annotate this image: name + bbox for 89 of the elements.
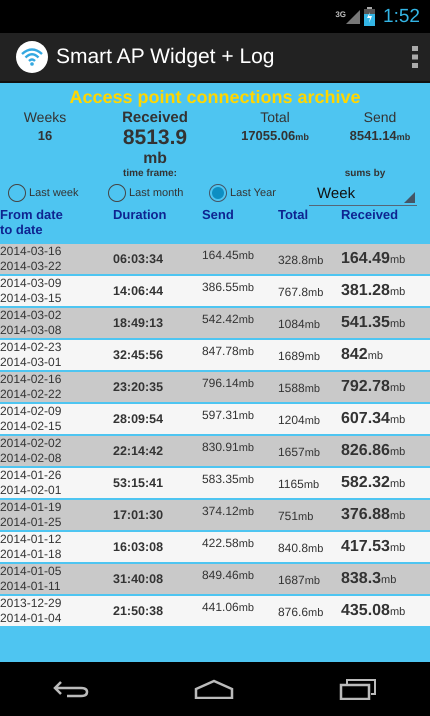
summary-value: 8541.14mb bbox=[348, 128, 412, 143]
app-title: Smart AP Widget + Log bbox=[56, 45, 276, 69]
column-header: Total bbox=[278, 207, 308, 222]
date-range: 2014-02-09 2014-02-15 bbox=[0, 404, 62, 434]
duration-cell: 18:49:13 bbox=[113, 316, 164, 330]
send-cell: 796.14mb bbox=[202, 376, 254, 390]
summary-label: Weeks bbox=[22, 109, 68, 125]
received-cell: 842mb bbox=[341, 346, 383, 363]
send-cell: 542.42mb bbox=[202, 312, 254, 326]
date-range: 2014-03-16 2014-03-22 bbox=[0, 244, 62, 274]
received-cell: 376.88mb bbox=[341, 506, 406, 523]
sums-by-label: sums by bbox=[344, 168, 386, 179]
date-range: 2014-01-12 2014-01-18 bbox=[0, 532, 62, 562]
time-frame-radio[interactable]: Last month bbox=[100, 184, 201, 202]
time-frame-radio[interactable]: Last week bbox=[0, 184, 100, 202]
received-cell: 838.3mb bbox=[341, 570, 396, 587]
time-frame-label: time frame: bbox=[123, 168, 177, 179]
send-cell: 847.78mb bbox=[202, 344, 254, 358]
summary-label: Send bbox=[362, 109, 398, 125]
total-cell: 767.8mb bbox=[278, 285, 324, 299]
duration-cell: 31:40:08 bbox=[113, 572, 164, 586]
received-cell: 381.28mb bbox=[341, 282, 406, 299]
duration-cell: 14:06:44 bbox=[113, 284, 164, 298]
summary-value: 17055.06mb bbox=[240, 128, 310, 143]
total-cell: 328.8mb bbox=[278, 253, 324, 267]
date-range: 2014-01-26 2014-02-01 bbox=[0, 468, 62, 498]
send-cell: 597.31mb bbox=[202, 408, 254, 422]
send-cell: 374.12mb bbox=[202, 504, 254, 518]
column-header: Received bbox=[341, 207, 398, 222]
duration-cell: 06:03:34 bbox=[113, 252, 164, 266]
signal-icon bbox=[346, 10, 360, 24]
total-cell: 1165mb bbox=[278, 477, 320, 491]
date-range: 2013-12-29 2014-01-04 bbox=[0, 596, 62, 626]
total-cell: 1204mb bbox=[278, 413, 320, 427]
total-cell: 1588mb bbox=[278, 381, 320, 395]
send-cell: 441.06mb bbox=[202, 600, 254, 614]
received-cell: 582.32mb bbox=[341, 474, 406, 491]
received-cell: 417.53mb bbox=[341, 538, 406, 555]
summary-label: Total bbox=[259, 109, 291, 125]
send-cell: 849.46mb bbox=[202, 568, 254, 582]
date-range: 2014-02-23 2014-03-01 bbox=[0, 340, 62, 370]
clock: 1:52 bbox=[383, 6, 420, 28]
time-frame-radio[interactable]: Last Year bbox=[201, 184, 301, 202]
received-cell: 607.34mb bbox=[341, 410, 406, 427]
received-cell: 826.86mb bbox=[341, 442, 406, 459]
duration-cell: 53:15:41 bbox=[113, 476, 164, 490]
date-range: 2014-01-05 2014-01-11 bbox=[0, 564, 62, 594]
received-cell: 164.49mb bbox=[341, 250, 406, 267]
back-icon[interactable] bbox=[52, 680, 89, 698]
send-cell: 386.55mb bbox=[202, 280, 254, 294]
dropdown-arrow-icon bbox=[404, 192, 415, 203]
send-cell: 583.35mb bbox=[202, 472, 254, 486]
date-range: 2014-03-02 2014-03-08 bbox=[0, 308, 62, 338]
archive-title: Access point connections archive bbox=[68, 87, 362, 108]
summary-value: 16 bbox=[36, 128, 54, 143]
home-icon[interactable] bbox=[194, 679, 234, 699]
total-cell: 751mb bbox=[278, 509, 314, 523]
overflow-menu-icon[interactable] bbox=[412, 46, 418, 68]
duration-cell: 32:45:56 bbox=[113, 348, 164, 362]
send-cell: 830.91mb bbox=[202, 440, 254, 454]
received-cell: 792.78mb bbox=[341, 378, 406, 395]
duration-cell: 28:09:54 bbox=[113, 412, 164, 426]
total-cell: 1084mb bbox=[278, 317, 320, 331]
column-header: Duration bbox=[113, 207, 166, 222]
battery-icon bbox=[364, 7, 376, 26]
recent-apps-icon[interactable] bbox=[339, 678, 378, 700]
date-range: 2014-02-02 2014-02-08 bbox=[0, 436, 62, 466]
date-range: 2014-02-16 2014-02-22 bbox=[0, 372, 62, 402]
duration-cell: 17:01:30 bbox=[113, 508, 164, 522]
wifi-icon bbox=[16, 41, 48, 73]
total-cell: 876.6mb bbox=[278, 605, 324, 619]
duration-cell: 16:03:08 bbox=[113, 540, 164, 554]
duration-cell: 22:14:42 bbox=[113, 444, 164, 458]
received-cell: 435.08mb bbox=[341, 602, 406, 619]
total-cell: 1687mb bbox=[278, 573, 320, 587]
network-label: 3G bbox=[335, 10, 346, 18]
column-header: Send bbox=[202, 207, 234, 222]
duration-cell: 23:20:35 bbox=[113, 380, 164, 394]
sums-by-dropdown[interactable]: Week bbox=[309, 180, 417, 206]
date-range: 2014-03-09 2014-03-15 bbox=[0, 276, 62, 306]
date-range: 2014-01-19 2014-01-25 bbox=[0, 500, 62, 530]
send-cell: 422.58mb bbox=[202, 536, 254, 550]
duration-cell: 21:50:38 bbox=[113, 604, 164, 618]
send-cell: 164.45mb bbox=[202, 248, 254, 262]
total-cell: 1657mb bbox=[278, 445, 320, 459]
column-header: From date to date bbox=[0, 207, 63, 237]
received-cell: 541.35mb bbox=[341, 314, 406, 331]
total-cell: 1689mb bbox=[278, 349, 320, 363]
total-cell: 840.8mb bbox=[278, 541, 324, 555]
